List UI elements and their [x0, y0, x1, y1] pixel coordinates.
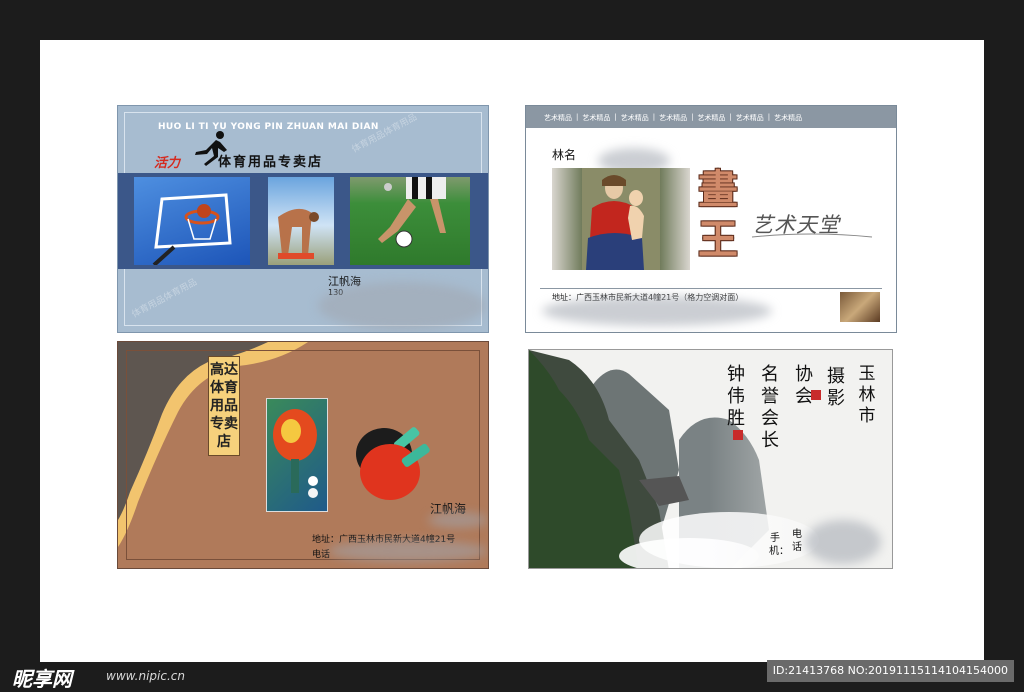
org-name-part2: 协会 [795, 364, 813, 407]
site-logo: 昵享网 [12, 667, 72, 691]
tag-label: 艺术精品 [659, 114, 688, 122]
site-url: www.nipic.cn [106, 669, 185, 683]
card-table-tennis-store: 高达体育用品专卖店 江帆海 地址：广西玉林市民新大道4幢21号 电话 [117, 341, 489, 569]
privacy-blur [428, 512, 488, 528]
title-char-2: 王 [698, 216, 738, 263]
thumbnail-painting [840, 292, 880, 322]
phone-label: 电话 [312, 550, 331, 560]
tag-separator: | [576, 113, 579, 121]
mobile-label: 手机： [769, 533, 789, 557]
brand-name: 活力 [154, 156, 181, 171]
white-sheet: 体育用品体育用品 体育用品体育用品 HUO LI TI YU YONG PIN … [40, 40, 984, 662]
privacy-blur [318, 282, 486, 330]
tag-separator: | [691, 113, 694, 121]
canvas: { "card1": { "pinyin": "HUO LI TI YU YON… [0, 0, 1024, 691]
privacy-blur [328, 540, 488, 562]
tag-label: 艺术精品 [697, 114, 726, 122]
tag-bar: 艺术精品 | 艺术精品 | 艺术精品 | 艺术精品 | 艺术精品 | 艺术精品 | 艺术精品 [526, 106, 896, 128]
athlete-stretching-photo [268, 177, 334, 265]
card-art-gallery: 艺术精品 | 艺术精品 | 艺术精品 | 艺术精品 | 艺术精品 | 艺术精品 | 艺术精品… [525, 105, 897, 333]
tag-label: 艺术精品 [735, 114, 764, 122]
owner-name: 林名 [552, 148, 577, 162]
paddle-package-photo [266, 398, 328, 512]
title-char-1: 畫 [698, 166, 738, 213]
tag-label: 艺术精品 [620, 114, 649, 122]
tag-separator: | [767, 113, 771, 121]
seal-stamp [733, 430, 743, 440]
person-name: 钟伟胜 [727, 364, 745, 429]
card-photography-association: 玉林市 摄影 协会 名誉会长 钟伟胜 电话 手机： [528, 349, 893, 569]
image-id-bar: ID:21413768 NO:20191115114104154000 [766, 660, 1014, 682]
org-name-part1: 摄影 [827, 366, 845, 409]
soccer-player-photo [350, 177, 470, 265]
city-name: 玉林市 [858, 364, 876, 426]
tag-separator: | [652, 113, 656, 121]
privacy-blur [805, 520, 881, 564]
table-tennis-paddles-photo [346, 414, 442, 510]
vertical-shop-title: 高达体育用品专卖店 [208, 356, 240, 456]
privacy-blur [542, 296, 772, 326]
phone-label: 电话 [792, 529, 802, 553]
divider-line [540, 288, 882, 289]
madonna-painting [552, 168, 690, 270]
card-sports-store-blue: 体育用品体育用品 体育用品体育用品 HUO LI TI YU YONG PIN … [117, 105, 489, 333]
tag-label: 艺术精品 [582, 114, 611, 122]
tag-label: 艺术精品 [544, 114, 572, 122]
title-honorary-chair: 名誉会长 [761, 364, 779, 451]
slogan-underline [751, 233, 873, 238]
basketball-hoop-photo [134, 177, 250, 265]
photo-band [118, 173, 488, 269]
tag-separator: | [729, 113, 732, 121]
seal-stamp [811, 390, 821, 400]
tag-label: 艺术精品 [774, 114, 803, 122]
tag-separator: | [614, 113, 617, 121]
shop-name: 体育用品专卖店 [218, 155, 324, 170]
